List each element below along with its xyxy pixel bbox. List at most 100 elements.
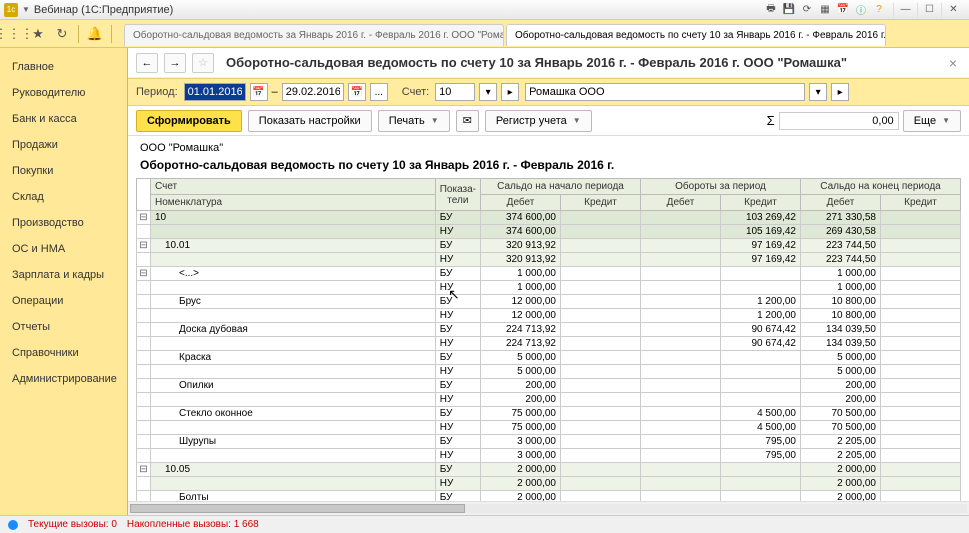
history-icon[interactable]: ↻ (54, 26, 70, 42)
window-dropdown-icon[interactable]: ▼ (22, 5, 30, 14)
expand-toggle-icon (137, 253, 151, 267)
sidebar-item-manager[interactable]: Руководителю (0, 80, 127, 106)
table-row[interactable]: ШурупыБУ3 000,00795,002 205,00 (137, 435, 961, 449)
info-icon[interactable]: ⓘ (853, 3, 869, 17)
calendar-icon[interactable]: 📅 (835, 3, 851, 17)
maximize-button[interactable]: ☐ (917, 3, 941, 17)
table-row[interactable]: БолтыБУ2 000,002 000,00 (137, 491, 961, 502)
account-dropdown-icon[interactable]: ▾ (479, 83, 497, 101)
report-area[interactable]: ↖ ООО "Ромашка" Оборотно-сальдовая ведом… (128, 136, 969, 501)
help-icon[interactable]: ? (871, 3, 887, 17)
table-row[interactable]: НУ374 600,00105 169,42269 430,58 (137, 225, 961, 239)
expand-toggle-icon[interactable]: ⊟ (137, 267, 151, 281)
table-row[interactable]: КраскаБУ5 000,005 000,00 (137, 351, 961, 365)
calc-icon[interactable]: ▦ (817, 3, 833, 17)
expand-toggle-icon[interactable]: ⊟ (137, 239, 151, 253)
cell-end-debit: 134 039,50 (801, 337, 881, 351)
print-icon[interactable]: 🖶 (763, 3, 779, 17)
tab-osv-account[interactable]: Оборотно-сальдовая ведомость по счету 10… (506, 24, 886, 46)
sidebar-item-catalogs[interactable]: Справочники (0, 340, 127, 366)
cell-start-debit: 200,00 (481, 379, 561, 393)
expand-toggle-icon[interactable]: ⊟ (137, 211, 151, 225)
table-row[interactable]: НУ2 000,002 000,00 (137, 477, 961, 491)
email-button[interactable]: ✉ (456, 110, 479, 132)
cell-start-credit (561, 351, 641, 365)
nav-fav-button[interactable]: ☆ (192, 53, 214, 73)
nav-fwd-button[interactable]: → (164, 53, 186, 73)
org-dropdown-icon[interactable]: ▾ (809, 83, 827, 101)
save-icon[interactable]: 💾 (781, 3, 797, 17)
cell-end-debit: 1 000,00 (801, 281, 881, 295)
account-select-icon[interactable]: ▸ (501, 83, 519, 101)
table-row[interactable]: БрусБУ12 000,001 200,0010 800,00 (137, 295, 961, 309)
date-from-input[interactable] (184, 83, 246, 101)
table-row[interactable]: НУ1 000,001 000,00 (137, 281, 961, 295)
status-current-calls: Текущие вызовы: 0 (28, 519, 117, 530)
account-input[interactable] (435, 83, 475, 101)
sidebar-item-main[interactable]: Главное (0, 54, 127, 80)
col-end-balance: Сальдо на конец периода (801, 179, 961, 195)
period-choose-button[interactable]: ... (370, 83, 388, 101)
tab-osv[interactable]: Оборотно-сальдовая ведомость за Январь 2… (124, 24, 504, 46)
expand-toggle-icon (137, 421, 151, 435)
table-row[interactable]: ⊟10.01БУ320 913,9297 169,42223 744,50 (137, 239, 961, 253)
table-row[interactable]: ОпилкиБУ200,00200,00 (137, 379, 961, 393)
table-row[interactable]: НУ12 000,001 200,0010 800,00 (137, 309, 961, 323)
col-account: Счет (151, 179, 436, 195)
cell-turn-debit (641, 463, 721, 477)
print-button[interactable]: Печать▼ (378, 110, 450, 132)
more-button[interactable]: Еще▼ (903, 110, 961, 132)
org-select-icon[interactable]: ▸ (831, 83, 849, 101)
table-row[interactable]: НУ200,00200,00 (137, 393, 961, 407)
date-from-picker-icon[interactable]: 📅 (250, 83, 268, 101)
cell-end-debit: 269 430,58 (801, 225, 881, 239)
table-row[interactable]: НУ5 000,005 000,00 (137, 365, 961, 379)
sidebar-item-admin[interactable]: Администрирование (0, 366, 127, 392)
cell-turn-credit: 97 169,42 (721, 253, 801, 267)
table-row[interactable]: ⊟<...>БУ1 000,001 000,00 (137, 267, 961, 281)
menu-icon[interactable]: ⋮⋮⋮ (6, 26, 22, 42)
sidebar-item-purchases[interactable]: Покупки (0, 158, 127, 184)
cell-indicator: НУ (435, 309, 480, 323)
table-row[interactable]: НУ224 713,9290 674,42134 039,50 (137, 337, 961, 351)
sidebar-item-reports[interactable]: Отчеты (0, 314, 127, 340)
table-row[interactable]: НУ3 000,00795,002 205,00 (137, 449, 961, 463)
sidebar-item-bank[interactable]: Банк и касса (0, 106, 127, 132)
cell-end-credit (881, 449, 961, 463)
table-row[interactable]: ⊟10.05БУ2 000,002 000,00 (137, 463, 961, 477)
report-title: Оборотно-сальдовая ведомость по счету 10… (136, 156, 961, 178)
form-button[interactable]: Сформировать (136, 110, 242, 132)
org-input[interactable] (525, 83, 805, 101)
cell-name: Болты (151, 491, 436, 502)
sidebar-item-operations[interactable]: Операции (0, 288, 127, 314)
col-debit: Дебет (641, 195, 721, 211)
date-to-input[interactable] (282, 83, 344, 101)
content-close-icon[interactable]: × (945, 55, 961, 71)
register-button[interactable]: Регистр учета▼ (485, 110, 592, 132)
cell-end-credit (881, 309, 961, 323)
bell-icon[interactable]: 🔔 (87, 26, 103, 42)
date-to-picker-icon[interactable]: 📅 (348, 83, 366, 101)
expand-toggle-icon[interactable]: ⊟ (137, 463, 151, 477)
table-row[interactable]: НУ75 000,004 500,0070 500,00 (137, 421, 961, 435)
minimize-button[interactable]: — (893, 3, 917, 17)
status-accumulated-calls: Накопленные вызовы: 1 668 (127, 519, 259, 530)
refresh-icon[interactable]: ⟳ (799, 3, 815, 17)
close-button[interactable]: ✕ (941, 3, 965, 17)
table-row[interactable]: Доска дубоваяБУ224 713,9290 674,42134 03… (137, 323, 961, 337)
col-indicators: Показа- тели (435, 179, 480, 211)
sidebar-item-assets[interactable]: ОС и НМА (0, 236, 127, 262)
expand-toggle-icon (137, 365, 151, 379)
sidebar-item-sales[interactable]: Продажи (0, 132, 127, 158)
table-row[interactable]: НУ320 913,9297 169,42223 744,50 (137, 253, 961, 267)
sidebar-item-production[interactable]: Производство (0, 210, 127, 236)
star-icon[interactable]: ★ (30, 26, 46, 42)
cell-start-credit (561, 365, 641, 379)
sidebar-item-payroll[interactable]: Зарплата и кадры (0, 262, 127, 288)
horizontal-scrollbar[interactable] (128, 501, 969, 515)
nav-back-button[interactable]: ← (136, 53, 158, 73)
show-settings-button[interactable]: Показать настройки (248, 110, 372, 132)
table-row[interactable]: Стекло оконноеБУ75 000,004 500,0070 500,… (137, 407, 961, 421)
sidebar-item-warehouse[interactable]: Склад (0, 184, 127, 210)
table-row[interactable]: ⊟10БУ374 600,00103 269,42271 330,58 (137, 211, 961, 225)
